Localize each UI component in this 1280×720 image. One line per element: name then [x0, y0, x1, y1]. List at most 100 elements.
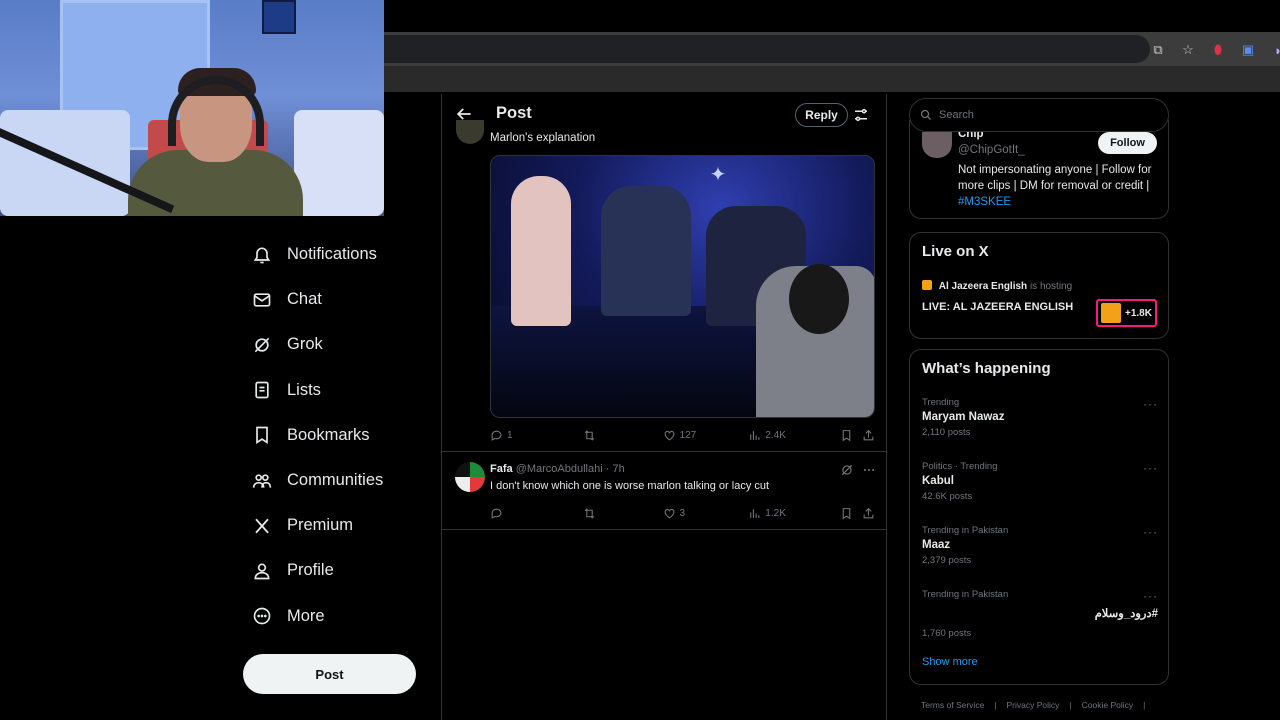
nav-item-bookmarks[interactable]: Bookmarks: [250, 413, 440, 458]
bio-hashtag[interactable]: #M3SKEE: [958, 196, 1011, 208]
tweet-media-image[interactable]: ✦: [490, 155, 875, 418]
trend-count: 42.6K posts: [922, 491, 973, 502]
footer-links: Terms of Service | Privacy Policy | Cook…: [921, 700, 1145, 710]
like-action[interactable]: 127: [663, 429, 749, 442]
media-figure-head: [789, 264, 849, 334]
search-icon: [920, 109, 931, 120]
trend-count: 2,379 posts: [922, 555, 972, 566]
live-stream-title[interactable]: LIVE: AL JAZEERA ENGLISH: [922, 301, 1073, 313]
follow-button[interactable]: Follow: [1098, 132, 1157, 154]
share-icon: [863, 507, 874, 518]
reply-action[interactable]: 1: [490, 429, 583, 442]
bookmark-action[interactable]: [840, 429, 862, 442]
trend-name: Kabul: [922, 475, 954, 487]
account-handle[interactable]: @ChipGotIt_: [958, 144, 1025, 156]
list-icon: [250, 378, 274, 402]
cookie-link[interactable]: Cookie Policy: [1082, 700, 1134, 710]
nav-item-profile[interactable]: Profile: [250, 548, 440, 593]
share-action[interactable]: [862, 507, 875, 520]
happening-title: What’s happening: [922, 360, 1051, 377]
reply-count: 1: [507, 429, 513, 441]
nav-item-premium[interactable]: Premium: [250, 503, 440, 548]
extension-blue-icon[interactable]: ▣: [1240, 42, 1256, 58]
more-dots-icon[interactable]: ···: [1143, 589, 1158, 603]
repost-icon: [584, 507, 594, 519]
bookmark-action[interactable]: [840, 507, 862, 520]
nav-label: Profile: [287, 561, 334, 580]
tweet-text: Marlon's explanation: [490, 132, 596, 144]
repost-action[interactable]: [583, 507, 663, 520]
divider: [442, 451, 886, 452]
grok-icon: [250, 333, 274, 357]
like-action[interactable]: 3: [663, 507, 749, 520]
live-listeners-badge[interactable]: +1.8K: [1096, 299, 1157, 327]
views-action[interactable]: 2.4K: [748, 429, 840, 442]
host-suffix: is hosting: [1029, 281, 1073, 292]
more-circle-icon: [250, 604, 274, 628]
trend-item[interactable]: Politics · Trending Kabul 42.6K posts ··…: [922, 461, 1158, 502]
nav-item-chat[interactable]: Chat: [250, 277, 440, 322]
post-button[interactable]: Post: [243, 654, 416, 694]
settings-sliders-icon[interactable]: [852, 106, 870, 124]
views-action[interactable]: 1.2K: [748, 507, 840, 520]
tweet-author: Fafa @MarcoAbdullahi · 7h: [490, 463, 625, 475]
trend-item[interactable]: Trending Maryam Nawaz 2,110 posts ···: [922, 397, 1158, 438]
search-placeholder: Search: [939, 109, 974, 121]
extension-red-icon[interactable]: ⬮: [1210, 42, 1226, 58]
privacy-link[interactable]: Privacy Policy: [1007, 700, 1060, 710]
more-dots-icon[interactable]: ···: [1143, 525, 1158, 539]
tweet-actions: 3 1.2K: [490, 504, 875, 522]
bio-text: Not impersonating anyone | Follow for mo…: [958, 164, 1152, 192]
live-on-x-card: Live on X Al Jazeera English is hosting …: [909, 232, 1169, 339]
trend-meta: Trending: [922, 397, 960, 408]
live-card-title: Live on X: [922, 243, 989, 260]
reply-icon: [491, 430, 502, 441]
nav-item-grok[interactable]: Grok: [250, 322, 440, 367]
nav-item-notifications[interactable]: Notifications: [250, 232, 440, 277]
trend-meta: Politics · Trending: [922, 461, 998, 472]
search-input[interactable]: Search: [909, 98, 1169, 132]
tweet-time: · 7h: [605, 463, 625, 475]
reply-action[interactable]: [490, 507, 583, 520]
repost-icon: [584, 429, 594, 441]
nav-label: More: [287, 606, 325, 625]
grok-icon[interactable]: [840, 463, 854, 477]
trend-item[interactable]: Trending in Pakistan Maaz 2,379 posts ··…: [922, 525, 1158, 566]
tweet-actions: 1 127 2.4K: [490, 426, 875, 444]
trend-meta: Trending in Pakistan: [922, 525, 1009, 536]
more-dots-icon[interactable]: [862, 463, 876, 477]
show-more-link[interactable]: Show more: [922, 656, 978, 668]
nav-item-more[interactable]: More: [250, 594, 440, 639]
repost-action[interactable]: [583, 429, 663, 442]
nav-item-lists[interactable]: Lists: [250, 368, 440, 413]
more-dots-icon[interactable]: ···: [1143, 461, 1158, 475]
nav-label: Communities: [287, 471, 384, 490]
nav-item-communities[interactable]: Communities: [250, 458, 440, 503]
trend-item[interactable]: Trending in Pakistan #درود_وسلام 1,760 p…: [922, 589, 1158, 639]
nav-label: Grok: [287, 335, 323, 354]
avatar[interactable]: [922, 132, 952, 158]
media-figure: [511, 176, 571, 326]
avatar[interactable]: [455, 462, 485, 492]
author-handle[interactable]: @MarcoAbdullahi: [516, 463, 603, 475]
address-bar[interactable]: [384, 35, 1150, 63]
whats-happening-card: What’s happening Trending Maryam Nawaz 2…: [909, 349, 1169, 685]
live-host[interactable]: Al Jazeera English is hosting: [922, 280, 1072, 292]
left-nav: Notifications Chat Grok Lists Bookmarks …: [250, 232, 440, 639]
extension-purple-icon[interactable]: ◗: [1270, 43, 1280, 58]
tweet-text: I don't know which one is worse marlon t…: [490, 480, 770, 492]
webcam-overlay: [0, 0, 384, 216]
install-app-icon[interactable]: ⧉: [1150, 42, 1166, 58]
author-name[interactable]: Fafa: [490, 463, 513, 475]
avatar[interactable]: [456, 120, 484, 144]
reply-button[interactable]: Reply: [795, 103, 848, 127]
bookmark-icon: [842, 429, 851, 441]
share-action[interactable]: [862, 429, 875, 442]
bookmarks-bar: [384, 66, 1280, 92]
nav-label: Notifications: [287, 245, 377, 264]
bookmark-star-icon[interactable]: ☆: [1180, 42, 1196, 58]
terms-link[interactable]: Terms of Service: [921, 700, 984, 710]
more-dots-icon[interactable]: ···: [1143, 397, 1158, 411]
heart-icon: [664, 430, 674, 440]
people-icon: [250, 469, 274, 493]
